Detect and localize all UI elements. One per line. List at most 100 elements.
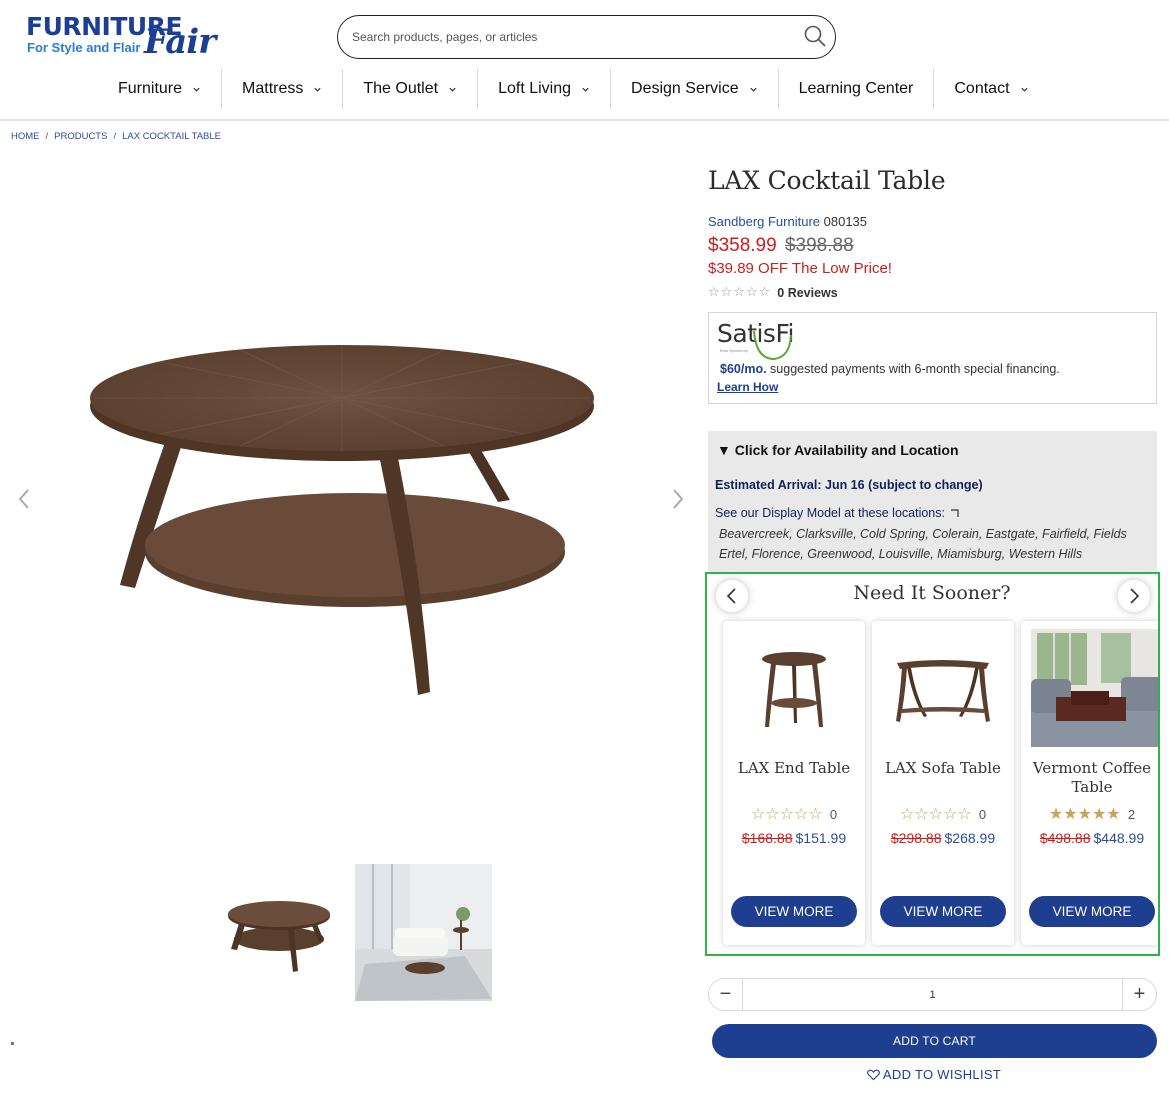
card-title[interactable]: LAX Sofa Table	[876, 759, 1010, 778]
search-bar[interactable]	[337, 15, 836, 59]
chevron-down-icon	[1020, 87, 1028, 92]
breadcrumb-current[interactable]: LAX COCKTAIL TABLE	[122, 131, 221, 142]
end-table-image	[762, 652, 826, 727]
card-old-price: $298.88	[890, 830, 942, 846]
availability-heading: Click for Availability and Location	[734, 442, 959, 458]
nav-item-mattress[interactable]: Mattress	[222, 69, 344, 109]
card-rating: ★★★★★ 2	[1021, 804, 1158, 823]
availability-panel: ▼ Click for Availability and Location Es…	[708, 431, 1157, 591]
gallery-prev-icon[interactable]	[16, 488, 32, 510]
vermont-coffee-table-image	[1031, 629, 1158, 747]
carousel-title: Need It Sooner?	[853, 582, 1011, 604]
card-price: $298.88 $268.99	[872, 830, 1014, 846]
nav-item-contact[interactable]: Contact	[934, 69, 1048, 109]
card-title[interactable]: Vermont Coffee Table	[1025, 759, 1158, 797]
breadcrumb-home[interactable]: HOME	[11, 131, 40, 142]
product-rating[interactable]: ☆☆☆☆☆ 0 Reviews	[708, 285, 838, 300]
nav-item-design-service[interactable]: Design Service	[611, 69, 779, 109]
original-price: $398.88	[784, 235, 854, 256]
nav-item-label: Mattress	[242, 80, 304, 97]
quantity-value[interactable]: 1	[743, 979, 1122, 1010]
card-rating: ☆☆☆☆☆ 0	[872, 804, 1014, 823]
nav-item-label: Loft Living	[498, 80, 572, 97]
add-to-wishlist-button[interactable]: ADD TO WISHLIST	[708, 1067, 1160, 1082]
nav-item-label: Learning Center	[798, 80, 914, 97]
sale-price: $358.99	[708, 235, 777, 256]
chevron-down-icon	[449, 87, 456, 92]
chevron-down-icon	[750, 87, 757, 92]
satisfi-sublogo: from Synchrony	[720, 348, 749, 353]
breadcrumb-separator: /	[45, 131, 49, 142]
add-to-cart-button[interactable]: ADD TO CART	[712, 1024, 1157, 1058]
breadcrumb-products[interactable]: PRODUCTS	[54, 131, 107, 142]
availability-toggle[interactable]: ▼ Click for Availability and Location	[717, 442, 959, 458]
satisfi-arc-icon	[753, 330, 792, 361]
financing-desc: suggested payments with 6-month special …	[766, 362, 1060, 376]
carousel-card[interactable]: Vermont Coffee Table ★★★★★ 2 $498.88 $448…	[1021, 621, 1158, 945]
product-main-image	[90, 345, 594, 695]
display-model-label: See our Display Model at these locations…	[715, 506, 960, 520]
logo-word-fair: Fair	[144, 22, 216, 62]
nav-item-learning-center[interactable]: Learning Center	[779, 69, 935, 109]
reviews-count[interactable]: 0 Reviews	[777, 286, 837, 300]
need-it-sooner-carousel: Need It Sooner? LAX End Table ☆☆☆☆☆ 0 $1…	[705, 572, 1160, 956]
learn-how-link[interactable]: Learn How	[717, 380, 778, 394]
triangle-down-icon: ▼	[717, 442, 731, 458]
card-old-price: $168.88	[741, 830, 793, 846]
product-title: LAX Cocktail Table	[708, 166, 946, 195]
gallery-next-icon[interactable]	[670, 488, 686, 510]
nav-item-furniture[interactable]: Furniture	[98, 69, 223, 109]
breadcrumb-separator: /	[113, 131, 117, 142]
main-nav: Furniture Mattress The Outlet Loft Living De…	[98, 69, 1049, 109]
carousel-next-button[interactable]	[1118, 580, 1150, 612]
thumbnail-table-image[interactable]	[219, 879, 339, 979]
chevron-down-icon	[193, 87, 200, 92]
view-more-button[interactable]: VIEW MORE	[731, 896, 857, 927]
nav-item-label: Furniture	[118, 80, 183, 97]
chevron-right-icon	[1130, 588, 1140, 604]
chevron-left-icon	[726, 588, 736, 604]
pagination-dot	[11, 1042, 14, 1045]
view-more-button[interactable]: VIEW MORE	[880, 896, 1006, 927]
card-review-count: 0	[829, 807, 838, 822]
site-logo[interactable]: FURNITURE For Style and Flair Fair	[26, 12, 226, 62]
header-divider	[0, 119, 1169, 121]
discount-text: $39.89 OFF The Low Price!	[708, 260, 892, 277]
product-sku: 080135	[823, 214, 868, 229]
card-title[interactable]: LAX End Table	[727, 759, 861, 778]
nav-item-loft-living[interactable]: Loft Living	[478, 69, 612, 109]
sofa-table-image	[896, 660, 990, 722]
search-icon[interactable]	[803, 24, 827, 48]
financing-box: SatisFi from Synchrony $60/mo. suggested…	[708, 312, 1157, 404]
quantity-stepper: − 1 +	[708, 978, 1157, 1011]
thumbnail-room-image[interactable]	[355, 864, 492, 1001]
star-rating-icon: ☆☆☆☆☆	[708, 285, 772, 300]
nav-item-the-outlet[interactable]: The Outlet	[343, 69, 479, 109]
card-price: $168.88 $151.99	[723, 830, 865, 846]
card-new-price: $448.99	[1093, 830, 1145, 846]
chevron-down-icon	[582, 87, 589, 92]
quantity-increment-button[interactable]: +	[1122, 979, 1156, 1010]
display-model-text: See our Display Model at these locations…	[715, 506, 945, 520]
logo-tagline: For Style and Flair	[27, 40, 141, 55]
card-new-price: $268.99	[944, 830, 996, 846]
nav-item-label: Contact	[954, 80, 1010, 97]
card-review-count: 0	[978, 807, 987, 822]
breadcrumb: HOME / PRODUCTS / LAX COCKTAIL TABLE	[11, 131, 221, 142]
card-old-price: $498.88	[1039, 830, 1091, 846]
chevron-down-icon	[314, 87, 321, 92]
nav-item-label: The Outlet	[363, 80, 439, 97]
display-locations: Beavercreek, Clarksville, Cold Spring, C…	[719, 527, 1127, 561]
star-rating-icon: ★★★★★	[1048, 804, 1121, 823]
carousel-prev-button[interactable]	[716, 580, 748, 612]
card-new-price: $151.99	[795, 830, 847, 846]
carousel-card[interactable]: LAX End Table ☆☆☆☆☆ 0 $168.88 $151.99 VIE…	[723, 621, 865, 945]
view-more-button[interactable]: VIEW MORE	[1029, 896, 1155, 927]
quantity-decrement-button[interactable]: −	[709, 979, 743, 1010]
search-input[interactable]	[352, 27, 792, 47]
brand-link[interactable]: Sandberg Furniture	[708, 214, 820, 229]
monthly-payment: $60/mo.	[720, 362, 767, 376]
product-price: $358.99 $398.88	[708, 235, 854, 257]
carousel-card[interactable]: LAX Sofa Table ☆☆☆☆☆ 0 $298.88 $268.99 VI…	[872, 621, 1014, 945]
card-review-count: 2	[1127, 807, 1136, 822]
